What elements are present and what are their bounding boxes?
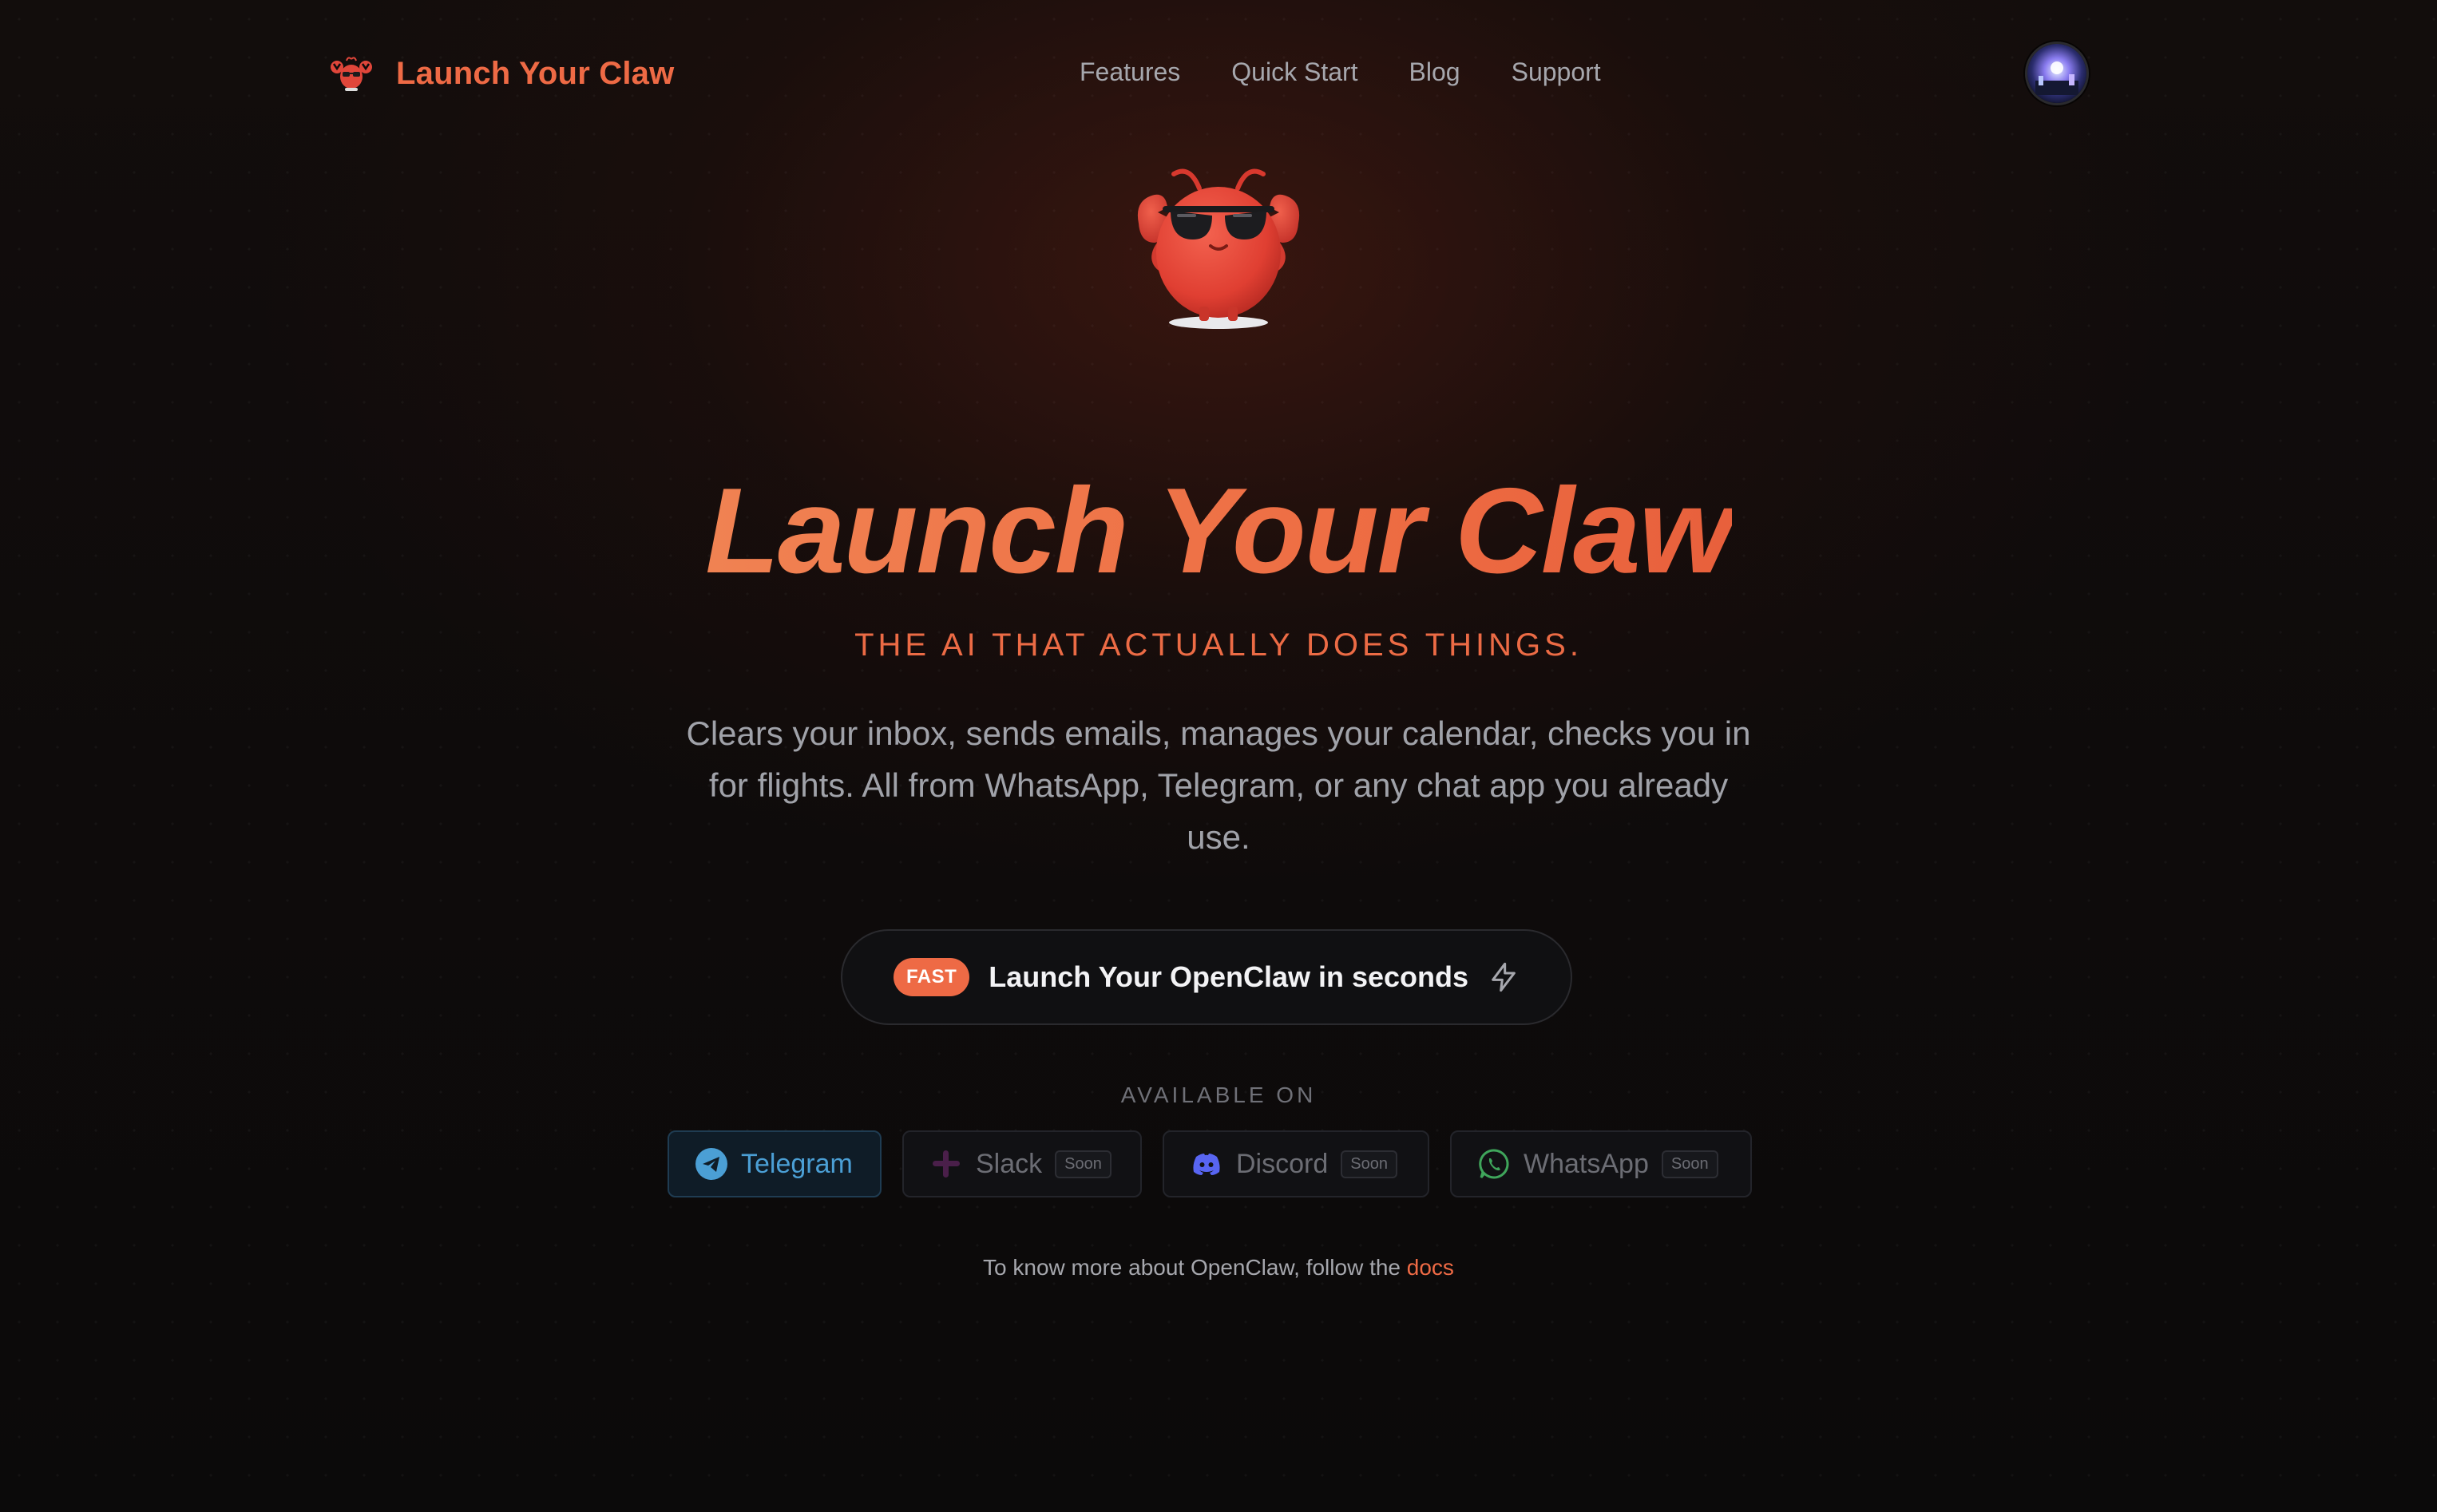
lightning-icon — [1492, 962, 1516, 992]
top-nav: Launch Your Claw Features Quick Start Bl… — [0, 0, 2437, 152]
soon-badge: Soon — [1661, 1150, 1718, 1178]
platform-slack[interactable]: Slack Soon — [902, 1130, 1142, 1197]
hero-title: Launch Your Claw — [705, 463, 1734, 599]
avatar-image — [2027, 44, 2086, 103]
platform-whatsapp[interactable]: WhatsApp Soon — [1450, 1130, 1752, 1197]
hero-tagline: THE AI THAT ACTUALLY DOES THINGS. — [854, 627, 1583, 663]
soon-badge: Soon — [1341, 1150, 1397, 1178]
platform-discord[interactable]: Discord Soon — [1163, 1130, 1429, 1197]
user-avatar[interactable] — [2025, 42, 2089, 105]
platform-label: Discord — [1236, 1148, 1329, 1179]
cta-label: Launch Your OpenClaw in seconds — [989, 960, 1469, 993]
docs-note-text: To know more about OpenClaw, follow the — [983, 1255, 1401, 1280]
brand-link[interactable]: Launch Your Claw — [327, 49, 674, 97]
slack-icon — [933, 1150, 960, 1178]
claw-mascot-illustration — [1137, 168, 1300, 329]
brand-name: Launch Your Claw — [396, 55, 675, 91]
platform-label: WhatsApp — [1524, 1148, 1649, 1179]
docs-note: To know more about OpenClaw, follow the … — [0, 1255, 2437, 1280]
launch-openclaw-button[interactable]: FAST Launch Your OpenClaw in seconds — [841, 929, 1572, 1025]
platform-label: Telegram — [741, 1148, 853, 1179]
nav-link-blog[interactable]: Blog — [1409, 57, 1460, 87]
docs-link[interactable]: docs — [1407, 1255, 1454, 1280]
hero-description: Clears your inbox, sends emails, manages… — [686, 714, 1751, 856]
telegram-icon — [695, 1148, 727, 1180]
discord-icon — [1193, 1154, 1220, 1175]
nav-link-quick-start[interactable]: Quick Start — [1231, 57, 1357, 87]
soon-badge: Soon — [1055, 1150, 1112, 1178]
available-on-heading: AVAILABLE ON — [1120, 1083, 1317, 1107]
platform-telegram[interactable]: Telegram — [668, 1130, 882, 1197]
claw-logo-icon — [331, 57, 372, 91]
nav-link-features[interactable]: Features — [1080, 57, 1180, 87]
platform-list: Telegram Slack Soon Discord Soon WhatsAp… — [668, 1130, 1752, 1197]
whatsapp-icon — [1479, 1149, 1509, 1179]
nav-links: Features Quick Start Blog Support — [1080, 57, 1601, 87]
nav-link-support[interactable]: Support — [1512, 57, 1601, 87]
platform-label: Slack — [976, 1148, 1043, 1179]
page: Launch Your Claw Features Quick Start Bl… — [0, 0, 2437, 1512]
fast-badge: FAST — [893, 958, 970, 996]
